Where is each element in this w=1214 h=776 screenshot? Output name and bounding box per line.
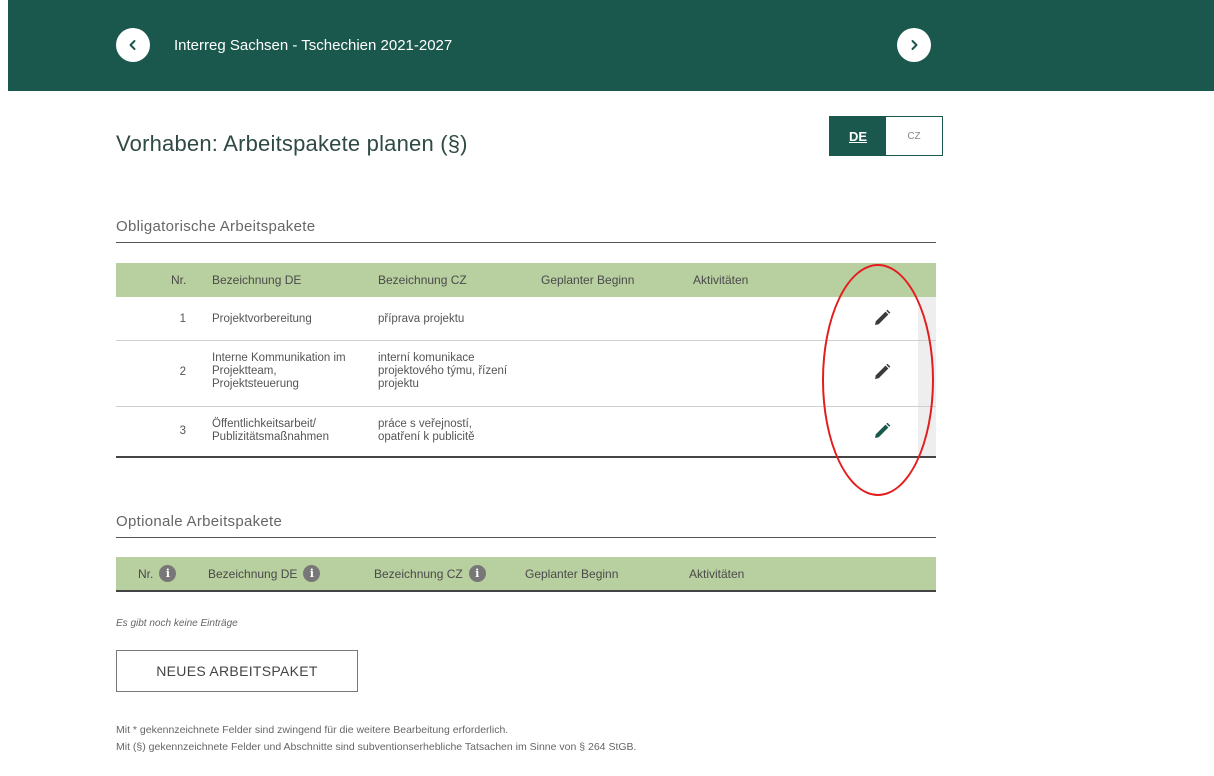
column-aktivitaeten: Aktivitäten <box>689 567 745 581</box>
new-work-package-button[interactable]: NEUES ARBEITSPAKET <box>116 650 358 692</box>
previous-button[interactable] <box>116 28 150 62</box>
table-bottom-border <box>116 590 936 592</box>
column-bezeichnung-cz: Bezeichnung CZ i <box>374 565 486 582</box>
section-divider <box>116 537 936 538</box>
row-bezeichnung-cz: příprava projektu <box>378 313 465 325</box>
column-bezeichnung-de: Bezeichnung DE <box>212 273 302 287</box>
section-divider <box>116 242 936 243</box>
chevron-right-icon <box>911 40 918 50</box>
column-bezeichnung-de: Bezeichnung DE i <box>208 565 321 582</box>
row-number: 3 <box>179 425 186 437</box>
column-aktivitaeten: Aktivitäten <box>693 273 749 287</box>
row-bezeichnung-de: Projektvorbereitung <box>212 313 312 325</box>
column-nr: Nr. i <box>138 565 177 582</box>
obligatory-table-header: Nr. Bezeichnung DE Bezeichnung CZ Geplan… <box>116 263 936 297</box>
column-bezeichnung-cz: Bezeichnung CZ <box>378 273 467 287</box>
info-icon[interactable]: i <box>159 565 177 582</box>
footnote-required: Mit * gekennzeichnete Felder sind zwinge… <box>116 724 509 736</box>
annotation-circle <box>822 264 934 496</box>
footnote-subsidy: Mit (§) gekennzeichnete Felder und Absch… <box>116 741 637 753</box>
optional-section-title: Optionale Arbeitspakete <box>116 513 283 530</box>
row-number: 1 <box>179 313 186 325</box>
info-icon[interactable]: i <box>468 565 486 582</box>
language-switch: DE CZ <box>829 116 943 156</box>
column-geplanter-beginn: Geplanter Beginn <box>541 273 635 287</box>
page-title: Vorhaben: Arbeitspakete planen (§) <box>116 131 468 156</box>
row-number: 2 <box>179 366 186 378</box>
next-button[interactable] <box>897 28 931 62</box>
language-de-button[interactable]: DE <box>830 117 886 155</box>
empty-state-text: Es gibt noch keine Einträge <box>116 618 238 629</box>
row-bezeichnung-cz: interní komunikace projektového týmu, ří… <box>378 352 508 390</box>
row-bezeichnung-de: Interne Kommunikation im Projektteam, Pr… <box>212 352 346 390</box>
row-bezeichnung-cz: práce s veřejností, opatření k publicitě <box>378 418 475 443</box>
table-row: 3 Öffentlichkeitsarbeit/ Publizitätsmaßn… <box>116 407 936 456</box>
column-nr: Nr. <box>171 273 187 287</box>
obligatory-section-title: Obligatorische Arbeitspakete <box>116 218 316 235</box>
language-cz-button[interactable]: CZ <box>886 117 942 155</box>
top-bar: Interreg Sachsen - Tschechien 2021-2027 <box>8 0 1214 91</box>
program-title: Interreg Sachsen - Tschechien 2021-2027 <box>174 37 453 54</box>
table-row: 2 Interne Kommunikation im Projektteam, … <box>116 341 936 407</box>
column-geplanter-beginn: Geplanter Beginn <box>525 567 619 581</box>
table-bottom-border <box>116 456 936 458</box>
row-bezeichnung-de: Öffentlichkeitsarbeit/ Publizitätsmaßnah… <box>212 418 329 443</box>
optional-table-header: Nr. i Bezeichnung DE i Bezeichnung CZ i … <box>116 557 936 591</box>
chevron-left-icon <box>129 40 136 50</box>
table-row: 1 Projektvorbereitung příprava projektu <box>116 297 936 341</box>
info-icon[interactable]: i <box>303 565 321 582</box>
